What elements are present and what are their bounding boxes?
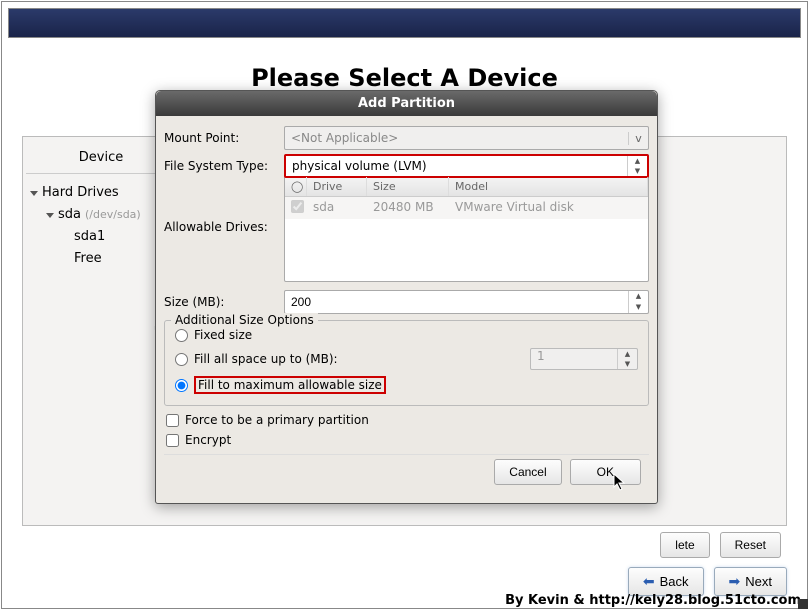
cancel-button[interactable]: Cancel — [494, 459, 561, 485]
arrow-left-icon: ⬅ — [643, 573, 655, 590]
tree-partition[interactable]: sda1 — [30, 226, 141, 248]
drive-col-model: Model — [449, 177, 648, 196]
dialog-footer: Cancel OK — [164, 454, 649, 493]
opt-fill-max-label: Fill to maximum allowable size — [194, 376, 386, 394]
app-window: Please Select A Device Device Hard Drive… — [1, 1, 808, 609]
expand-icon[interactable] — [46, 213, 54, 218]
arrow-right-icon: ➡ — [729, 573, 741, 590]
opt-fill-up-radio[interactable] — [175, 353, 188, 366]
device-tree[interactable]: Hard Drives sda (/dev/sda) sda1 Free — [30, 182, 141, 270]
mount-point-combo[interactable]: <Not Applicable> v — [284, 126, 649, 150]
drive-row-model: VMware Virtual disk — [449, 197, 648, 219]
tree-disk[interactable]: sda (/dev/sda) — [30, 204, 141, 226]
encrypt-checkbox[interactable] — [166, 434, 179, 447]
tree-root-label: Hard Drives — [42, 182, 119, 204]
panel-action-buttons: lete Reset — [660, 532, 781, 558]
fill-up-value: 1 — [531, 349, 617, 369]
force-primary-label: Force to be a primary partition — [185, 413, 369, 427]
dialog-body: Mount Point: <Not Applicable> v File Sys… — [156, 116, 657, 503]
opt-fixed-radio[interactable] — [175, 329, 188, 342]
size-label: Size (MB): — [164, 295, 280, 309]
chevron-down-icon[interactable]: v — [628, 132, 648, 145]
fs-type-row: File System Type: physical volume (LVM) … — [164, 154, 649, 178]
mount-point-value: <Not Applicable> — [285, 131, 628, 145]
delete-button[interactable]: lete — [660, 532, 709, 558]
drive-col-drive: Drive — [307, 177, 367, 196]
dialog-title: Add Partition — [156, 91, 657, 116]
tree-root[interactable]: Hard Drives — [30, 182, 141, 204]
wizard-nav: ⬅ Back ➡ Next — [628, 567, 787, 596]
allowable-drives-table[interactable]: ◯ Drive Size Model sda 20480 MB VMware V… — [284, 176, 649, 282]
drive-row-drive: sda — [307, 197, 367, 219]
page-title: Please Select A Device — [2, 64, 807, 92]
back-button[interactable]: ⬅ Back — [628, 567, 704, 596]
size-input[interactable] — [285, 295, 628, 309]
mount-point-label: Mount Point: — [164, 131, 280, 145]
drive-col-check: ◯ — [285, 177, 307, 196]
opt-fill-max-radio[interactable] — [175, 379, 188, 392]
force-primary-row[interactable]: Force to be a primary partition — [164, 410, 649, 430]
tree-disk-path: (/dev/sda) — [85, 204, 141, 226]
ok-button[interactable]: OK — [570, 459, 641, 485]
encrypt-label: Encrypt — [185, 433, 231, 447]
drive-row[interactable]: sda 20480 MB VMware Virtual disk — [285, 197, 648, 219]
size-input-wrap[interactable]: ▲▼ — [284, 290, 649, 314]
additional-size-legend: Additional Size Options — [171, 313, 318, 327]
mount-point-row: Mount Point: <Not Applicable> v — [164, 126, 649, 150]
additional-size-fieldset: Additional Size Options Fixed size Fill … — [164, 320, 649, 406]
tree-partition-label: sda1 — [74, 226, 105, 248]
next-label: Next — [745, 574, 772, 589]
force-primary-checkbox[interactable] — [166, 414, 179, 427]
resize-grip-icon — [798, 599, 808, 609]
opt-fixed-label: Fixed size — [194, 328, 252, 342]
tree-free-label: Free — [74, 248, 102, 270]
back-label: Back — [660, 574, 689, 589]
fs-type-combo[interactable]: physical volume (LVM) ▲▼ — [284, 154, 649, 178]
encrypt-row[interactable]: Encrypt — [164, 430, 649, 450]
opt-fill-up-to[interactable]: Fill all space up to (MB): 1 ▲▼ — [173, 345, 640, 373]
expand-icon[interactable] — [30, 191, 38, 196]
drive-row-size: 20480 MB — [367, 197, 449, 219]
combo-spinner-icon[interactable]: ▲▼ — [627, 156, 647, 176]
drive-table-header: ◯ Drive Size Model — [285, 177, 648, 197]
drive-row-check[interactable] — [285, 197, 307, 219]
fs-type-label: File System Type: — [164, 159, 280, 173]
fill-up-value-input[interactable]: 1 ▲▼ — [530, 348, 638, 370]
opt-fill-up-label: Fill all space up to (MB): — [194, 352, 338, 366]
size-row: Size (MB): ▲▼ — [164, 290, 649, 314]
credit-text: By Kevin & http://kely28.blog.51cto.com — [505, 593, 801, 608]
reset-button[interactable]: Reset — [720, 532, 781, 558]
device-column-header[interactable]: Device — [26, 142, 176, 174]
add-partition-dialog: Add Partition Mount Point: <Not Applicab… — [155, 90, 658, 504]
opt-fill-max[interactable]: Fill to maximum allowable size — [173, 373, 640, 397]
opt-fixed-size[interactable]: Fixed size — [173, 325, 640, 345]
fs-type-value: physical volume (LVM) — [286, 159, 627, 173]
drive-col-size: Size — [367, 177, 449, 196]
tree-disk-label: sda — [58, 204, 81, 226]
next-button[interactable]: ➡ Next — [714, 567, 787, 596]
allowable-drives-label: Allowable Drives: — [164, 182, 280, 234]
size-spinner-icon[interactable]: ▲▼ — [628, 291, 648, 313]
fill-up-spinner-icon[interactable]: ▲▼ — [617, 349, 637, 369]
tree-free[interactable]: Free — [30, 248, 141, 270]
header-bar — [8, 8, 801, 38]
